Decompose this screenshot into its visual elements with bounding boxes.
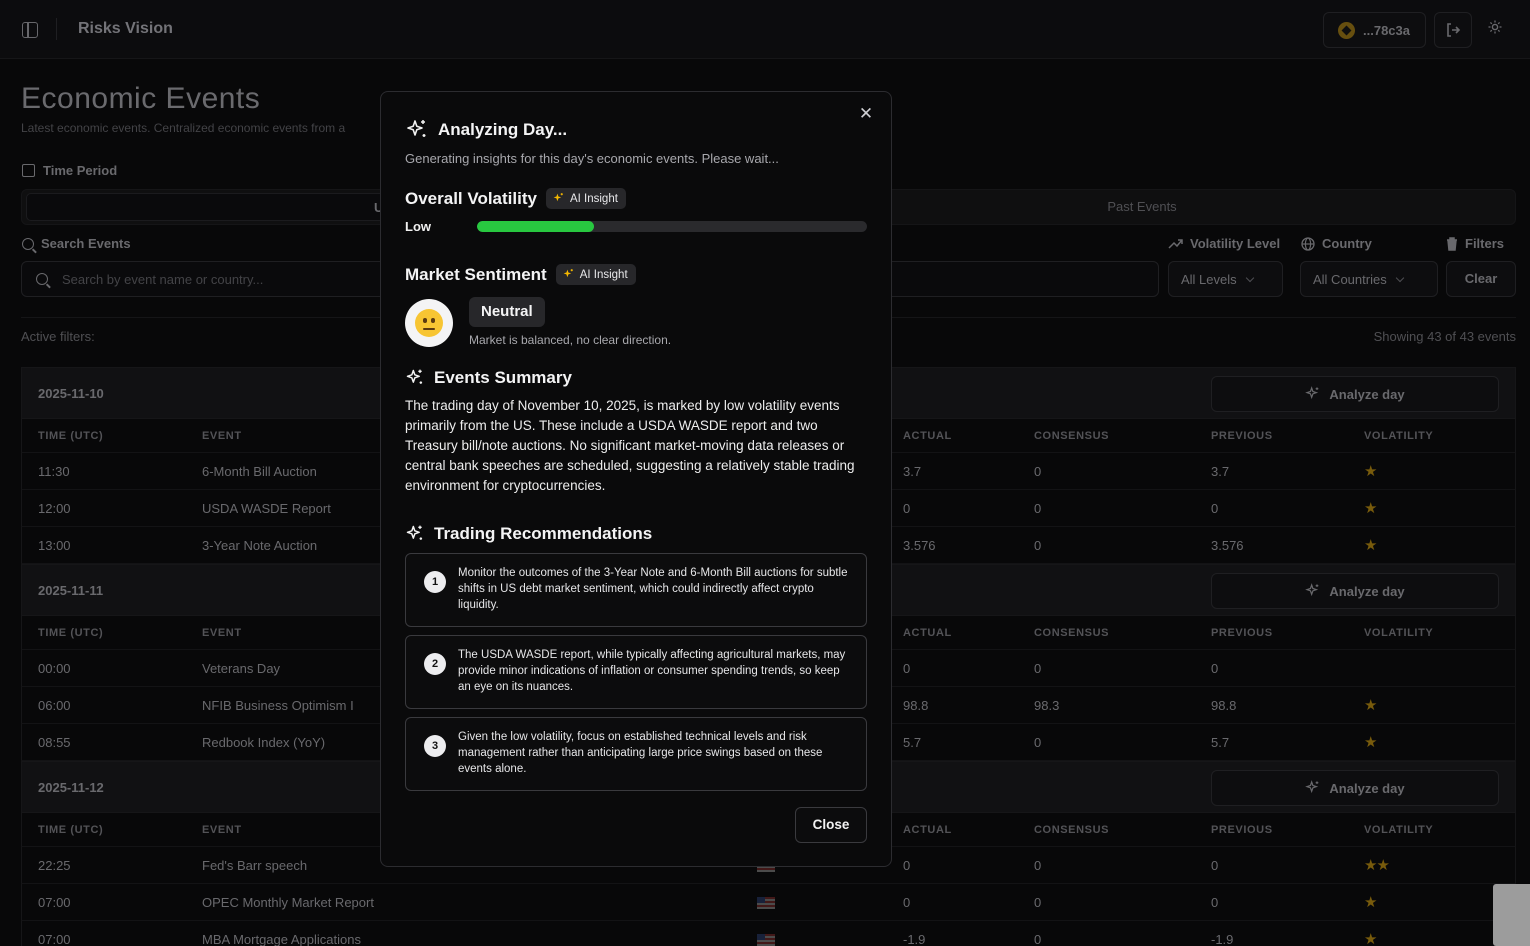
recommendation-text: Given the low volatility, focus on estab… xyxy=(458,731,823,775)
recommendation-number: 1 xyxy=(424,571,446,593)
sparkles-icon xyxy=(405,368,425,388)
recommendation-card: 1 Monitor the outcomes of the 3-Year Not… xyxy=(405,553,867,627)
dialog-title: Analyzing Day... xyxy=(405,118,567,142)
close-button[interactable]: Close xyxy=(795,807,867,843)
market-sentiment-title: Market Sentiment xyxy=(405,264,547,284)
sentiment-value-pill: Neutral xyxy=(469,297,545,327)
recommendation-card: 2 The USDA WASDE report, while typically… xyxy=(405,635,867,709)
recommendation-number: 3 xyxy=(424,735,446,757)
volatility-meter: Low xyxy=(405,219,867,235)
sparkles-icon xyxy=(405,524,425,544)
recommendation-text: The USDA WASDE report, while typically a… xyxy=(458,649,846,693)
close-icon[interactable]: ✕ xyxy=(858,105,874,122)
ai-insight-text: AI Insight xyxy=(569,192,618,205)
sentiment-description: Market is balanced, no clear direction. xyxy=(469,333,672,347)
recommendation-card: 3 Given the low volatility, focus on est… xyxy=(405,717,867,791)
overall-volatility-heading: Overall Volatility AI Insight xyxy=(405,188,626,209)
volatility-fill xyxy=(477,221,594,232)
events-summary-text: The trading day of November 10, 2025, is… xyxy=(405,398,855,493)
recommendation-number: 2 xyxy=(424,653,446,675)
ai-insight-text: AI Insight xyxy=(579,268,628,281)
trading-recommendations-title: Trading Recommendations xyxy=(434,524,653,543)
sparkles-icon xyxy=(552,192,565,205)
ai-insight-badge: AI Insight xyxy=(555,264,636,285)
sparkles-icon xyxy=(405,118,429,142)
ai-insight-badge: AI Insight xyxy=(545,188,626,209)
market-sentiment-heading: Market Sentiment AI Insight xyxy=(405,264,636,285)
recommendation-text: Monitor the outcomes of the 3-Year Note … xyxy=(458,567,848,611)
events-summary-heading: Events Summary xyxy=(405,368,572,388)
sparkles-icon xyxy=(562,268,575,281)
neutral-face-icon xyxy=(405,299,453,347)
analyze-day-dialog: ✕ Analyzing Day... Generating insights f… xyxy=(380,91,892,867)
volatility-track xyxy=(477,221,867,232)
dialog-subtitle: Generating insights for this day's econo… xyxy=(405,151,779,166)
trading-recommendations-heading: Trading Recommendations xyxy=(405,524,652,544)
volatility-level-value: Low xyxy=(405,219,431,234)
overall-volatility-title: Overall Volatility xyxy=(405,188,537,208)
dialog-title-text: Analyzing Day... xyxy=(438,120,568,139)
events-summary-title: Events Summary xyxy=(434,368,572,387)
